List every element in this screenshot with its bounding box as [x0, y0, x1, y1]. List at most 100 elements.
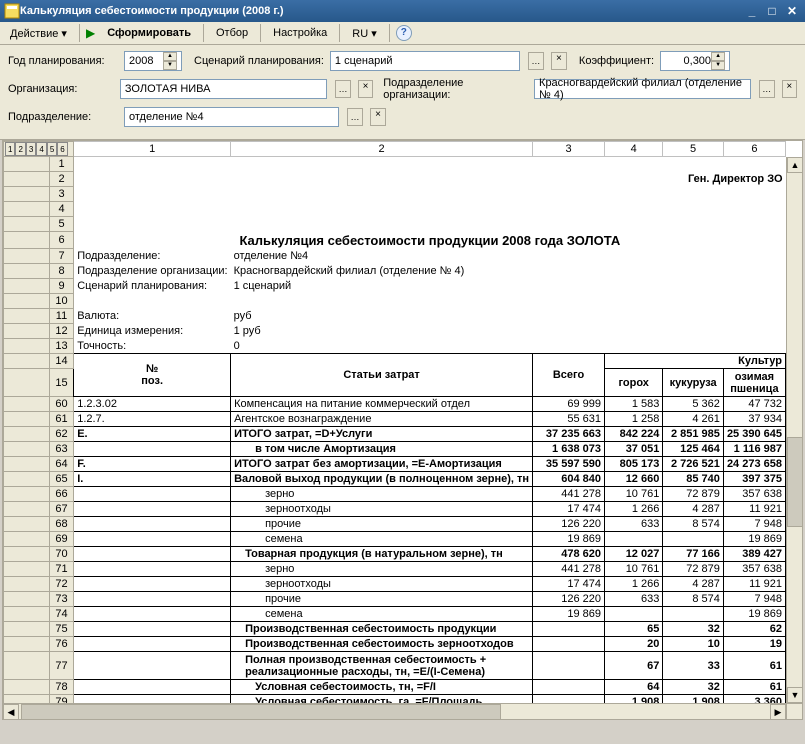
coef-input[interactable]: 0,300 ▲ ▼	[660, 51, 730, 71]
cell-pos[interactable]	[74, 592, 231, 607]
cell-pos[interactable]	[74, 652, 231, 680]
cell-value[interactable]: 1 266	[604, 577, 662, 592]
cell-pos[interactable]	[74, 695, 231, 704]
select-button[interactable]: …	[335, 80, 350, 98]
cell-value[interactable]: 633	[604, 592, 662, 607]
row-header[interactable]: 63	[49, 442, 73, 457]
lang-menu[interactable]: RU ▾	[346, 25, 382, 42]
action-menu[interactable]: Действие ▾	[4, 25, 73, 42]
row-header[interactable]: 66	[49, 487, 73, 502]
row-header[interactable]: 60	[49, 397, 73, 412]
group-tab[interactable]: 2	[15, 142, 25, 156]
row-header[interactable]: 12	[49, 324, 73, 339]
cell-name[interactable]: ИТОГО затрат, =D+Услуги	[231, 427, 533, 442]
cell-value[interactable]: 2 726 521	[663, 457, 724, 472]
col-header[interactable]: 2	[231, 142, 533, 157]
clear-button[interactable]: ×	[358, 80, 373, 98]
scroll-thumb[interactable]	[21, 704, 501, 720]
row-header[interactable]: 74	[49, 607, 73, 622]
col-header[interactable]: 6	[723, 142, 785, 157]
cell-total[interactable]	[533, 652, 605, 680]
clear-button[interactable]: ×	[782, 80, 797, 98]
row-header[interactable]: 72	[49, 577, 73, 592]
cell-value[interactable]: 1 908	[604, 695, 662, 704]
row-header[interactable]: 67	[49, 502, 73, 517]
cell-value[interactable]: 4 287	[663, 577, 724, 592]
cell-name[interactable]: Условная себестоимость, га, =F/Площадь	[231, 695, 533, 704]
cell-name[interactable]: зерно	[231, 562, 533, 577]
cell-name[interactable]: зерноотходы	[231, 502, 533, 517]
cell-total[interactable]	[533, 680, 605, 695]
cell-name[interactable]: прочие	[231, 592, 533, 607]
cell-pos[interactable]	[74, 487, 231, 502]
cell-pos[interactable]	[74, 577, 231, 592]
row-header[interactable]: 79	[49, 695, 73, 704]
row-header[interactable]: 77	[49, 652, 73, 680]
cell-value[interactable]: 357 638	[723, 487, 785, 502]
cell-value[interactable]: 3 360	[723, 695, 785, 704]
cell-total[interactable]: 37 235 663	[533, 427, 605, 442]
year-input[interactable]: 2008 ▲ ▼	[124, 51, 182, 71]
cell-pos[interactable]: 1.2.7.	[74, 412, 231, 427]
spin-down-icon[interactable]: ▼	[711, 61, 725, 70]
clear-button[interactable]: ×	[370, 108, 386, 126]
cell-value[interactable]: 61	[723, 680, 785, 695]
scrollbar-vertical[interactable]: ▲ ▼	[786, 157, 802, 703]
cell-pos[interactable]	[74, 517, 231, 532]
cell-total[interactable]: 1 638 073	[533, 442, 605, 457]
scroll-left-icon[interactable]: ◀	[3, 704, 19, 720]
cell-name[interactable]: Производственная себестоимость зерноотхо…	[231, 637, 533, 652]
filter-button[interactable]: Отбор	[210, 25, 254, 41]
cell-pos[interactable]	[74, 547, 231, 562]
cell-value[interactable]: 1 908	[663, 695, 724, 704]
clear-button[interactable]: ×	[551, 52, 567, 70]
cell-pos[interactable]: F.	[74, 457, 231, 472]
cell-value[interactable]: 10 761	[604, 562, 662, 577]
col-header[interactable]: 3	[533, 142, 605, 157]
row-header[interactable]: 73	[49, 592, 73, 607]
group-tab[interactable]: 5	[47, 142, 57, 156]
cell-total[interactable]	[533, 622, 605, 637]
minimize-button[interactable]: _	[743, 3, 761, 19]
cell-total[interactable]: 69 999	[533, 397, 605, 412]
row-header[interactable]: 70	[49, 547, 73, 562]
cell-value[interactable]: 32	[663, 622, 724, 637]
cell-value[interactable]: 1 258	[604, 412, 662, 427]
cell-value[interactable]: 19 869	[723, 532, 785, 547]
spin-up-icon[interactable]: ▲	[163, 52, 177, 61]
row-header[interactable]: 1	[49, 157, 73, 172]
cell-name[interactable]: Товарная продукция (в натуральном зерне)…	[231, 547, 533, 562]
dept-input[interactable]: отделение №4	[124, 107, 339, 127]
cell-value[interactable]: 5 362	[663, 397, 724, 412]
cell-value[interactable]: 1 116 987	[723, 442, 785, 457]
group-tab[interactable]: 1	[5, 142, 15, 156]
row-header[interactable]: 76	[49, 637, 73, 652]
cell-value[interactable]: 20	[604, 637, 662, 652]
cell-value[interactable]: 72 879	[663, 562, 724, 577]
cell-pos[interactable]: E.	[74, 427, 231, 442]
cell-value[interactable]: 37 051	[604, 442, 662, 457]
cell-value[interactable]: 65	[604, 622, 662, 637]
cell-value[interactable]: 19	[723, 637, 785, 652]
row-header[interactable]: 14	[49, 354, 73, 369]
cell-total[interactable]: 604 840	[533, 472, 605, 487]
cell-value[interactable]: 67	[604, 652, 662, 680]
cell-value[interactable]: 397 375	[723, 472, 785, 487]
cell-value[interactable]: 8 574	[663, 592, 724, 607]
orgunit-input[interactable]: Красногвардейский филиал (отделение № 4)	[534, 79, 751, 99]
cell-value[interactable]: 125 464	[663, 442, 724, 457]
cell-name[interactable]: ИТОГО затрат без амортизации, =E-Амортиз…	[231, 457, 533, 472]
cell-total[interactable]: 441 278	[533, 487, 605, 502]
cell-pos[interactable]	[74, 622, 231, 637]
row-header[interactable]: 61	[49, 412, 73, 427]
row-header[interactable]: 62	[49, 427, 73, 442]
cell-name[interactable]: Производственная себестоимость продукции	[231, 622, 533, 637]
row-header[interactable]: 69	[49, 532, 73, 547]
cell-value[interactable]: 19 869	[723, 607, 785, 622]
cell-total[interactable]: 17 474	[533, 502, 605, 517]
cell-pos[interactable]	[74, 607, 231, 622]
select-button[interactable]: …	[528, 52, 544, 70]
cell-total[interactable]: 19 869	[533, 532, 605, 547]
cell-value[interactable]: 4 261	[663, 412, 724, 427]
cell-total[interactable]: 35 597 590	[533, 457, 605, 472]
